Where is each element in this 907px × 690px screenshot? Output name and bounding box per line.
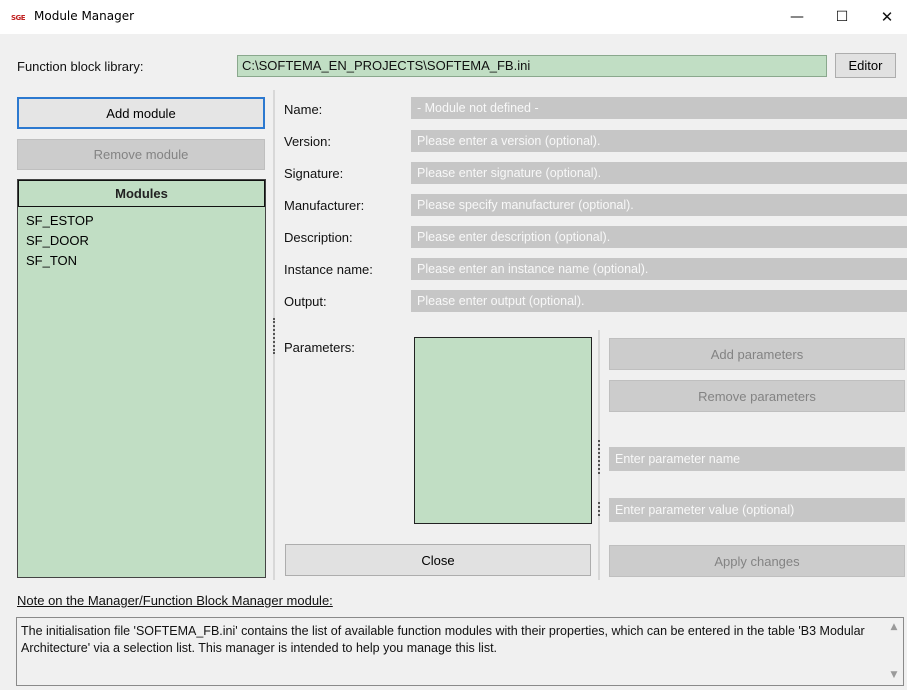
version-input[interactable]: Please enter a version (optional). xyxy=(411,130,907,152)
library-label: Function block library: xyxy=(17,59,144,74)
note-textbox[interactable]: The initialisation file 'SOFTEMA_FB.ini'… xyxy=(16,617,904,686)
scroll-up-icon[interactable]: ▲ xyxy=(885,622,903,632)
parameter-value-input[interactable]: Enter parameter value (optional) xyxy=(609,498,905,522)
note-scrollbar[interactable]: ▲ ▼ xyxy=(885,618,903,685)
version-label: Version: xyxy=(284,134,331,149)
parameters-label: Parameters: xyxy=(284,340,355,355)
name-label: Name: xyxy=(284,102,323,117)
note-title: Note on the Manager/Function Block Manag… xyxy=(17,593,333,608)
modules-header: Modules xyxy=(18,180,265,207)
close-window-button[interactable]: ✕ xyxy=(865,0,907,34)
editor-button[interactable]: Editor xyxy=(835,53,896,78)
parameter-name-input[interactable]: Enter parameter name xyxy=(609,447,905,471)
maximize-button[interactable]: ☐ xyxy=(820,0,864,34)
description-input[interactable]: Please enter description (optional). xyxy=(411,226,907,248)
window-title: Module Manager xyxy=(34,9,135,23)
modules-list-panel[interactable]: Modules SF_ESTOP SF_DOOR SF_TON xyxy=(17,179,266,578)
list-item[interactable]: SF_DOOR xyxy=(26,231,94,251)
splitter-handle[interactable] xyxy=(598,440,600,474)
remove-module-button[interactable]: Remove module xyxy=(17,139,265,170)
scroll-down-icon[interactable]: ▼ xyxy=(885,670,903,680)
description-label: Description: xyxy=(284,230,353,245)
output-input[interactable]: Please enter output (optional). xyxy=(411,290,907,312)
close-button[interactable]: Close xyxy=(285,544,591,576)
minimize-button[interactable]: — xyxy=(775,0,819,34)
instance-name-label: Instance name: xyxy=(284,262,373,277)
modules-list[interactable]: SF_ESTOP SF_DOOR SF_TON xyxy=(26,211,94,271)
name-field[interactable]: - Module not defined - xyxy=(411,97,907,119)
remove-parameters-button[interactable]: Remove parameters xyxy=(609,380,905,412)
add-module-button[interactable]: Add module xyxy=(17,97,265,129)
title-bar[interactable]: SGE Module Manager — ☐ ✕ xyxy=(0,0,907,34)
add-parameters-button[interactable]: Add parameters xyxy=(609,338,905,370)
manufacturer-label: Manufacturer: xyxy=(284,198,365,213)
list-item[interactable]: SF_ESTOP xyxy=(26,211,94,231)
list-item[interactable]: SF_TON xyxy=(26,251,94,271)
note-text: The initialisation file 'SOFTEMA_FB.ini'… xyxy=(21,624,865,655)
parameters-list[interactable] xyxy=(414,337,592,524)
app-icon: SGE xyxy=(11,14,26,22)
library-path-field[interactable]: C:\SOFTEMA_EN_PROJECTS\SOFTEMA_FB.ini xyxy=(237,55,827,77)
signature-input[interactable]: Please enter signature (optional). xyxy=(411,162,907,184)
splitter-handle[interactable] xyxy=(598,502,600,516)
apply-changes-button[interactable]: Apply changes xyxy=(609,545,905,577)
manufacturer-input[interactable]: Please specify manufacturer (optional). xyxy=(411,194,907,216)
signature-label: Signature: xyxy=(284,166,344,181)
output-label: Output: xyxy=(284,294,327,309)
instance-name-input[interactable]: Please enter an instance name (optional)… xyxy=(411,258,907,280)
splitter-handle[interactable] xyxy=(273,318,275,354)
